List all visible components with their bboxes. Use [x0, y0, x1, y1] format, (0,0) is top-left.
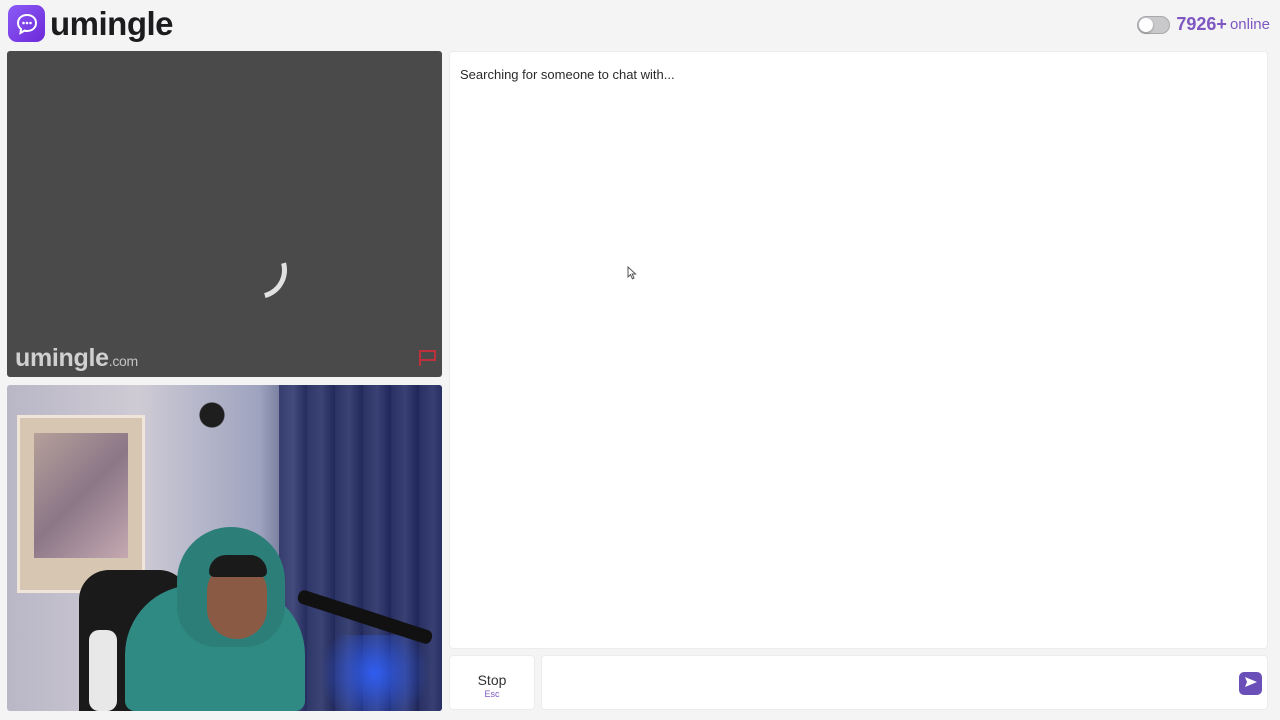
- toggle-knob: [1139, 17, 1154, 32]
- remote-video: umingle.com: [7, 51, 442, 377]
- header: umingle 7926+ online: [0, 0, 1280, 50]
- flag-icon[interactable]: [418, 349, 438, 372]
- person-hair: [209, 555, 267, 577]
- watermark-main: umingle: [15, 344, 109, 372]
- watermark-suffix: .com: [108, 353, 138, 369]
- wall-frame: [17, 415, 145, 593]
- online-label: online: [1229, 16, 1270, 33]
- loading-spinner-icon: [218, 230, 298, 310]
- theme-toggle[interactable]: [1137, 15, 1171, 34]
- logo[interactable]: umingle: [8, 5, 174, 42]
- chat-log: Searching for someone to chat with...: [449, 51, 1268, 649]
- mouse-cursor-icon: [627, 265, 637, 285]
- blue-light: [307, 635, 442, 711]
- stop-shortcut: Esc: [484, 689, 500, 699]
- online-count: 7926+: [1176, 14, 1227, 34]
- frame-picture: [34, 433, 128, 558]
- message-box: [541, 655, 1268, 710]
- message-input[interactable]: [550, 664, 1230, 702]
- wall-posters: [152, 395, 282, 545]
- send-button[interactable]: [1239, 672, 1262, 695]
- chair-stripe: [89, 630, 117, 711]
- chat-bubble-icon: [8, 5, 45, 42]
- video-watermark: umingle.com: [15, 344, 138, 373]
- stop-button[interactable]: Stop Esc: [449, 655, 535, 710]
- online-indicator: 7926+ online: [1137, 14, 1270, 35]
- logo-text: umingle: [50, 5, 174, 42]
- stop-label: Stop: [477, 672, 507, 688]
- send-arrow-icon: [1244, 675, 1258, 693]
- local-video: [7, 385, 442, 711]
- chat-status: Searching for someone to chat with...: [460, 67, 675, 82]
